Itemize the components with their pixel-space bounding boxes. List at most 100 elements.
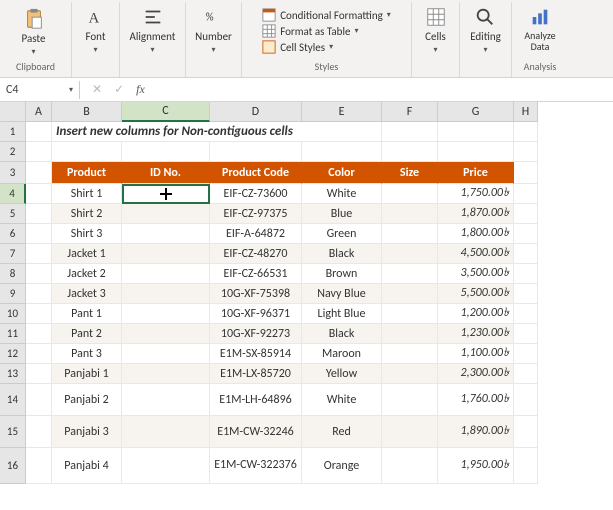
row-header-11[interactable]: 11 <box>0 324 26 344</box>
cell[interactable] <box>514 324 538 344</box>
cell[interactable]: EIF-CZ-73600 <box>210 184 302 204</box>
cell[interactable] <box>122 244 210 264</box>
cell[interactable]: EIF-CZ-97375 <box>210 204 302 224</box>
cell[interactable] <box>382 384 438 416</box>
cell[interactable] <box>26 122 52 142</box>
cell[interactable] <box>438 122 514 142</box>
row-header-7[interactable]: 7 <box>0 244 26 264</box>
column-header-D[interactable]: D <box>210 102 302 122</box>
cell[interactable]: Black <box>302 244 382 264</box>
cell[interactable] <box>382 284 438 304</box>
row-header-10[interactable]: 10 <box>0 304 26 324</box>
formula-input[interactable] <box>157 88 613 92</box>
cell[interactable] <box>514 304 538 324</box>
cell[interactable]: Insert new columns for Non-contiguous ce… <box>52 122 382 142</box>
cell[interactable] <box>382 142 438 162</box>
cell[interactable] <box>438 142 514 162</box>
cell[interactable] <box>52 142 122 162</box>
cell[interactable]: Black <box>302 324 382 344</box>
fx-icon[interactable]: fx <box>136 82 145 97</box>
cell[interactable] <box>26 384 52 416</box>
cell[interactable] <box>514 244 538 264</box>
cell[interactable] <box>122 364 210 384</box>
column-header-A[interactable]: A <box>26 102 52 122</box>
cell[interactable]: Pant 2 <box>52 324 122 344</box>
row-header-1[interactable]: 1 <box>0 122 26 142</box>
cell[interactable] <box>514 384 538 416</box>
cell[interactable]: 10G-XF-92273 <box>210 324 302 344</box>
cell[interactable]: Blue <box>302 204 382 224</box>
column-header-B[interactable]: B <box>52 102 122 122</box>
cell[interactable] <box>26 204 52 224</box>
cell[interactable] <box>514 184 538 204</box>
cell[interactable] <box>382 324 438 344</box>
cell[interactable]: White <box>302 384 382 416</box>
cell[interactable] <box>382 224 438 244</box>
cell[interactable]: 1,200.00৳ <box>438 304 514 324</box>
cell[interactable]: 1,890.00৳ <box>438 416 514 448</box>
cell[interactable]: Color <box>302 162 382 184</box>
cell[interactable]: Shirt 2 <box>52 204 122 224</box>
cell[interactable] <box>26 184 52 204</box>
cell[interactable]: Product <box>52 162 122 184</box>
cell[interactable]: ID No. <box>122 162 210 184</box>
cell[interactable] <box>122 344 210 364</box>
cell[interactable] <box>122 416 210 448</box>
cell[interactable] <box>26 324 52 344</box>
cell[interactable]: Light Blue <box>302 304 382 324</box>
cell[interactable]: 1,230.00৳ <box>438 324 514 344</box>
cell[interactable] <box>514 264 538 284</box>
cell[interactable]: Navy Blue <box>302 284 382 304</box>
cell[interactable] <box>382 448 438 484</box>
cell[interactable]: 5,500.00৳ <box>438 284 514 304</box>
cell[interactable]: E1M-SX-85914 <box>210 344 302 364</box>
cell[interactable] <box>514 344 538 364</box>
confirm-icon[interactable]: ✓ <box>114 82 124 97</box>
row-header-3[interactable]: 3 <box>0 162 26 184</box>
cell[interactable] <box>122 142 210 162</box>
cell[interactable]: Maroon <box>302 344 382 364</box>
cell[interactable] <box>302 142 382 162</box>
cell[interactable]: Shirt 1 <box>52 184 122 204</box>
cell[interactable]: 1,950.00৳ <box>438 448 514 484</box>
cell[interactable] <box>26 142 52 162</box>
cancel-icon[interactable]: ✕ <box>92 82 102 97</box>
cell[interactable]: 2,300.00৳ <box>438 364 514 384</box>
row-header-13[interactable]: 13 <box>0 364 26 384</box>
row-header-4[interactable]: 4 <box>0 184 26 204</box>
cell[interactable] <box>26 416 52 448</box>
cell[interactable]: Pant 1 <box>52 304 122 324</box>
cell-styles-button[interactable]: Cell Styles ▾ <box>260 40 335 54</box>
cell[interactable]: E1M-CW-322376 <box>210 448 302 484</box>
alignment-button[interactable]: Alignment ▾ <box>126 4 180 57</box>
cell[interactable] <box>382 416 438 448</box>
cell[interactable] <box>122 304 210 324</box>
cell[interactable]: E1M-LH-64896 <box>210 384 302 416</box>
cell[interactable] <box>26 344 52 364</box>
cell[interactable] <box>382 344 438 364</box>
cell[interactable]: 1,750.00৳ <box>438 184 514 204</box>
format-as-table-button[interactable]: Format as Table ▾ <box>260 24 360 38</box>
cell[interactable]: Panjabi 1 <box>52 364 122 384</box>
cell[interactable] <box>382 184 438 204</box>
cell[interactable]: Panjabi 4 <box>52 448 122 484</box>
cell[interactable] <box>26 284 52 304</box>
cell[interactable]: EIF-CZ-66531 <box>210 264 302 284</box>
cell[interactable]: Panjabi 3 <box>52 416 122 448</box>
cell[interactable]: Panjabi 2 <box>52 384 122 416</box>
cell[interactable]: 1,100.00৳ <box>438 344 514 364</box>
row-header-6[interactable]: 6 <box>0 224 26 244</box>
row-header-16[interactable]: 16 <box>0 448 26 484</box>
cell[interactable] <box>382 364 438 384</box>
cell[interactable]: 1,870.00৳ <box>438 204 514 224</box>
column-header-G[interactable]: G <box>438 102 514 122</box>
cell[interactable] <box>382 122 438 142</box>
cell[interactable]: 3,500.00৳ <box>438 264 514 284</box>
cell[interactable]: EIF-A-64872 <box>210 224 302 244</box>
row-header-2[interactable]: 2 <box>0 142 26 162</box>
cell[interactable] <box>382 304 438 324</box>
cell[interactable] <box>122 448 210 484</box>
cell[interactable]: Brown <box>302 264 382 284</box>
cell[interactable] <box>514 204 538 224</box>
cell[interactable] <box>514 122 538 142</box>
